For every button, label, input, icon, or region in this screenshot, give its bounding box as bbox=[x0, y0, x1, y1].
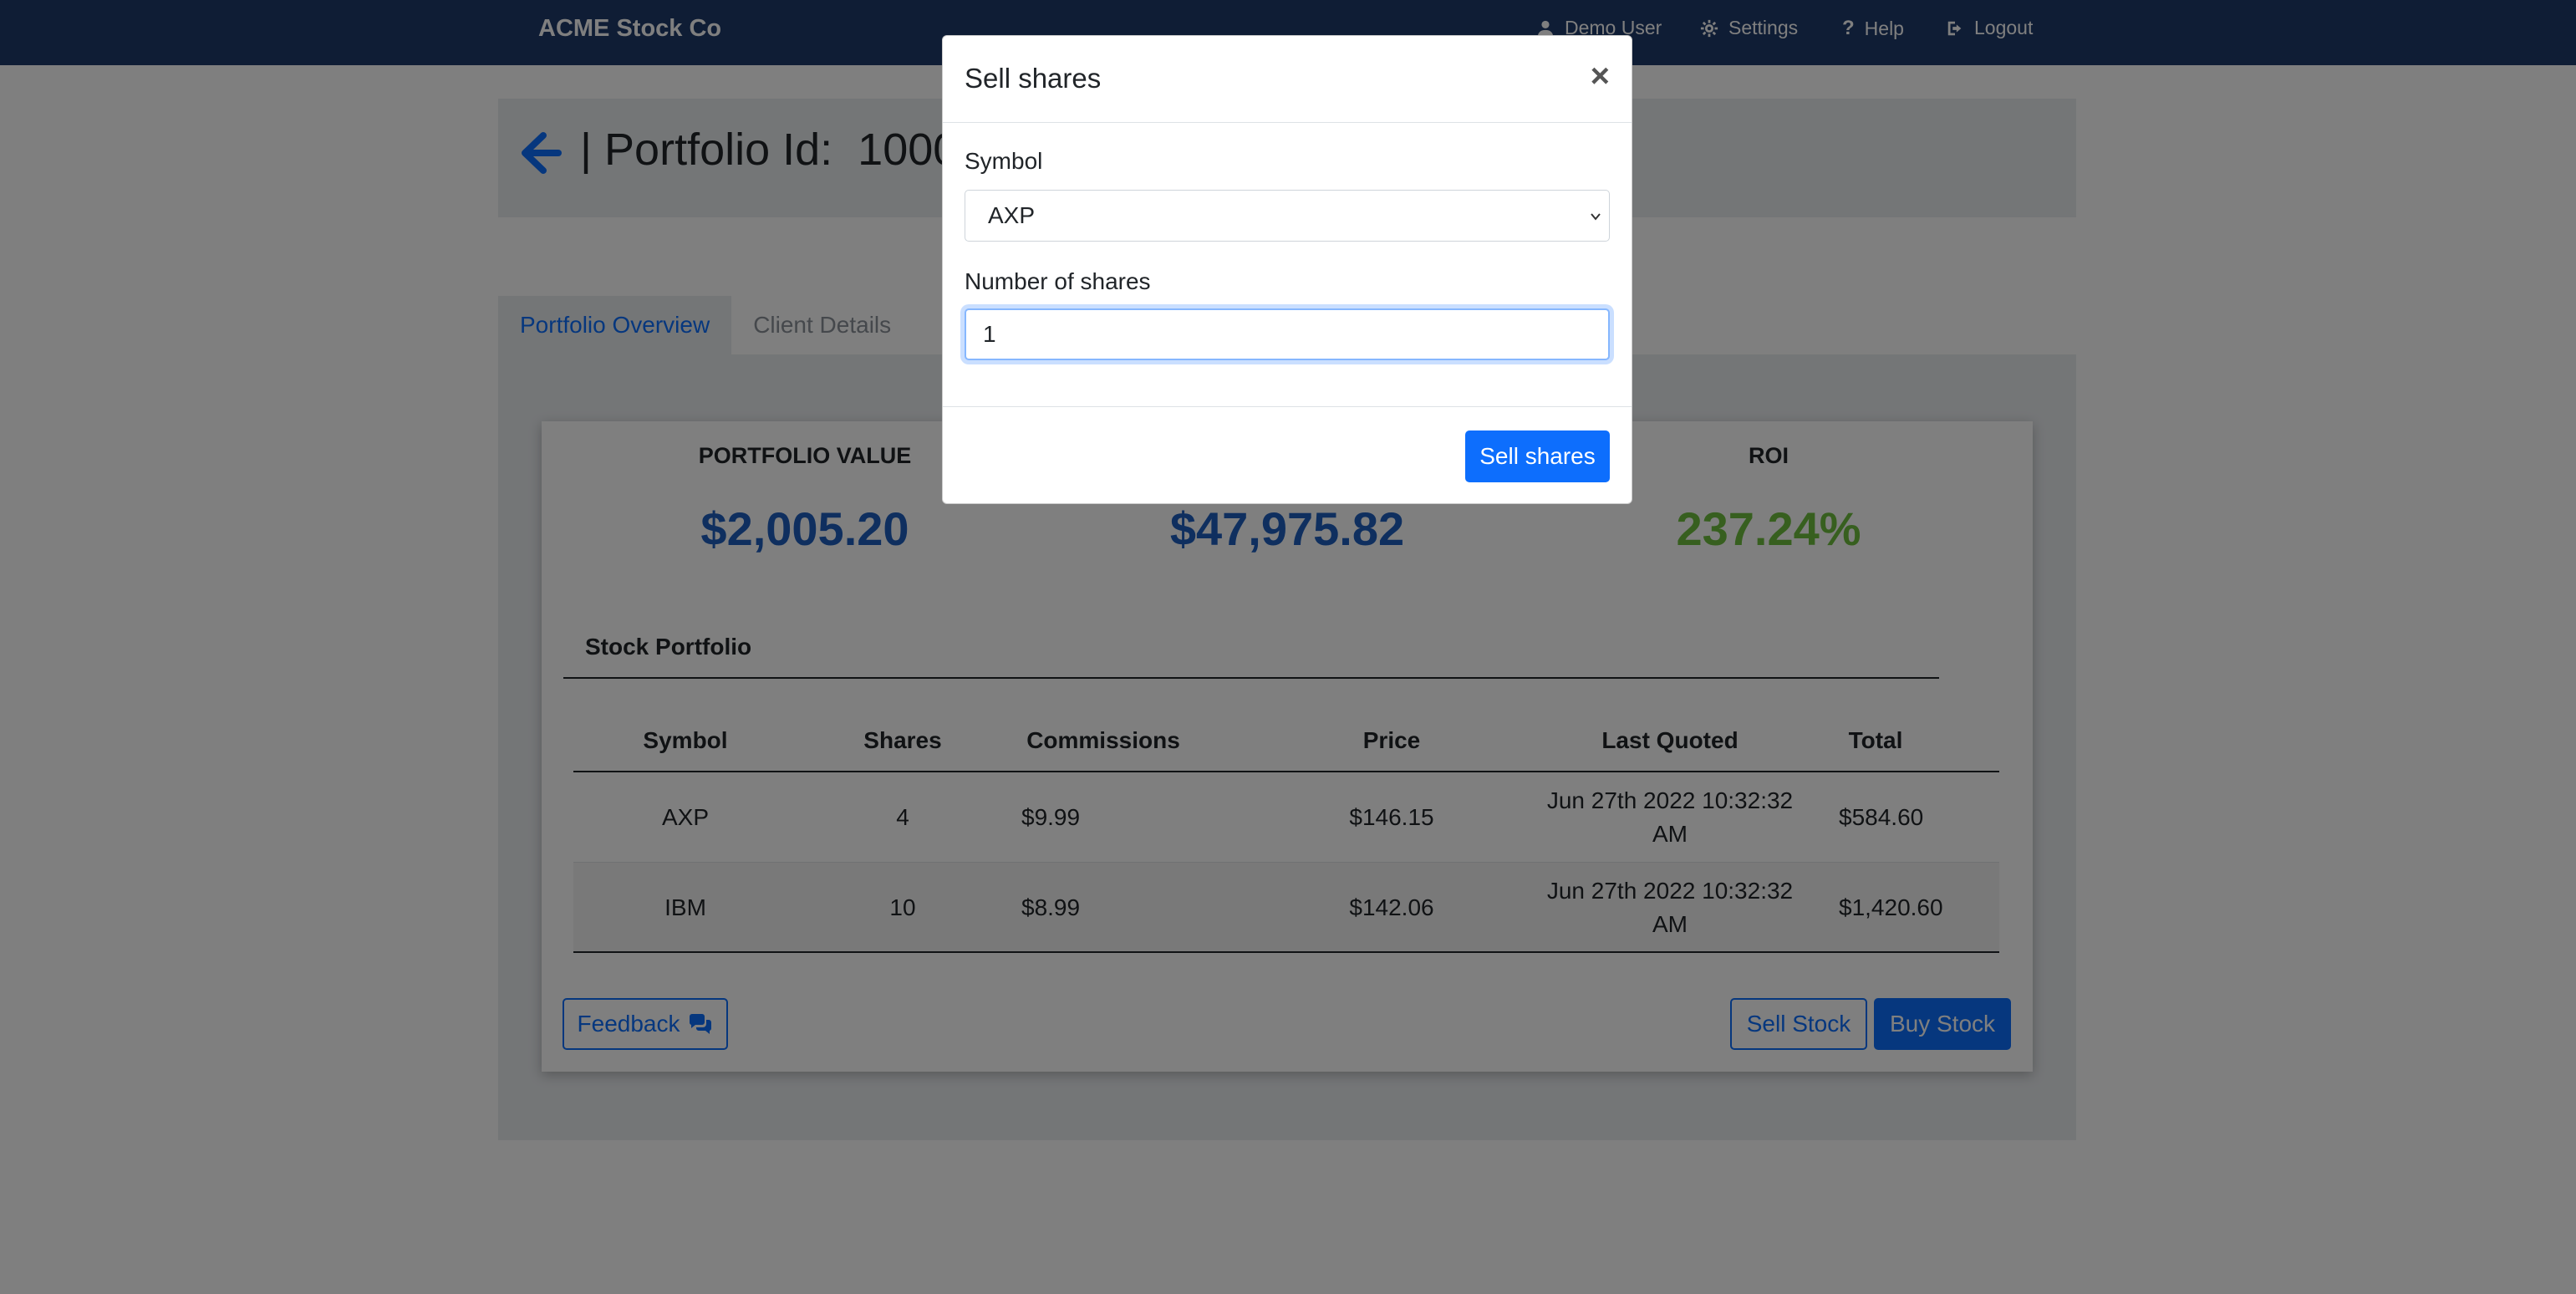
chevron-down-icon bbox=[1591, 213, 1601, 221]
shares-label: Number of shares bbox=[965, 268, 1151, 294]
symbol-label: Symbol bbox=[965, 148, 1043, 174]
sell-shares-submit-button[interactable]: Sell shares bbox=[1465, 430, 1610, 482]
close-icon[interactable]: × bbox=[1591, 59, 1610, 93]
modal-footer-divider bbox=[943, 406, 1632, 407]
symbol-select-value: AXP bbox=[988, 202, 1036, 228]
shares-input[interactable] bbox=[965, 308, 1610, 360]
symbol-select[interactable]: AXP bbox=[965, 190, 1610, 242]
sell-shares-modal: Sell shares × Symbol AXP Number of share… bbox=[942, 35, 1632, 504]
modal-title: Sell shares bbox=[965, 63, 1102, 94]
modal-header-divider bbox=[943, 122, 1632, 123]
